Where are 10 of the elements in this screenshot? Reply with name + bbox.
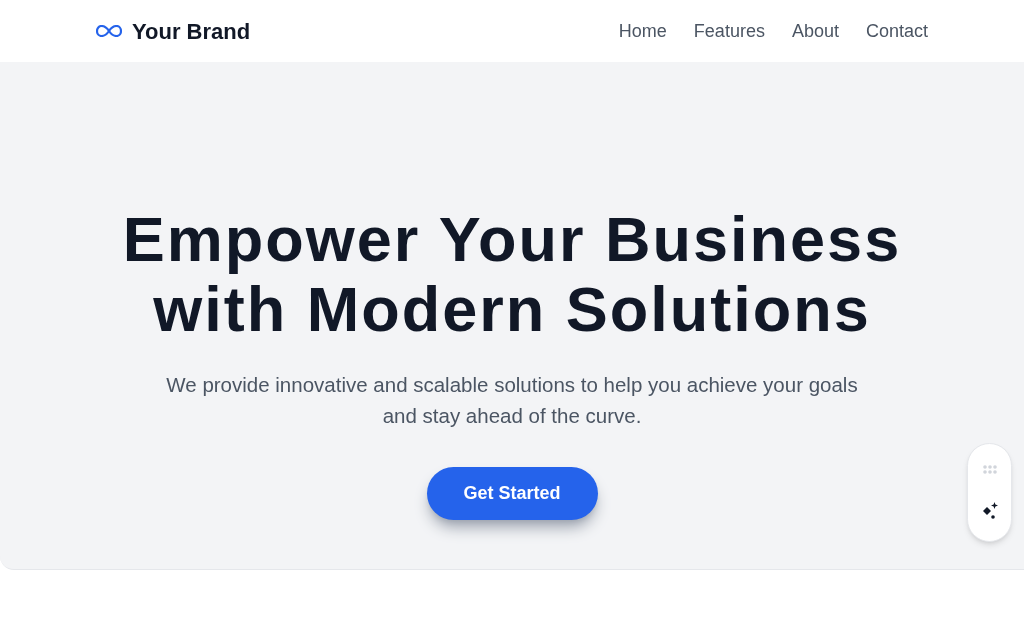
nav-link[interactable]: Home — [618, 17, 667, 45]
nav-link[interactable]: Contact — [865, 17, 928, 45]
hero-subtitle: We provide innovative and scalable solutions to help you achieve your goals and stay ahead of the curve. — [165, 372, 859, 429]
infinity-icon — [96, 25, 122, 37]
grip-dots-icon[interactable] — [982, 465, 997, 474]
nav-link[interactable]: Features — [693, 17, 765, 45]
hero-title: Empower Your Business with Modern Solutions — [121, 204, 903, 344]
nav-link[interactable]: About — [791, 17, 839, 45]
brand-name[interactable]: Your Brand — [132, 14, 251, 48]
get-started-button[interactable]: Get Started — [426, 467, 598, 520]
